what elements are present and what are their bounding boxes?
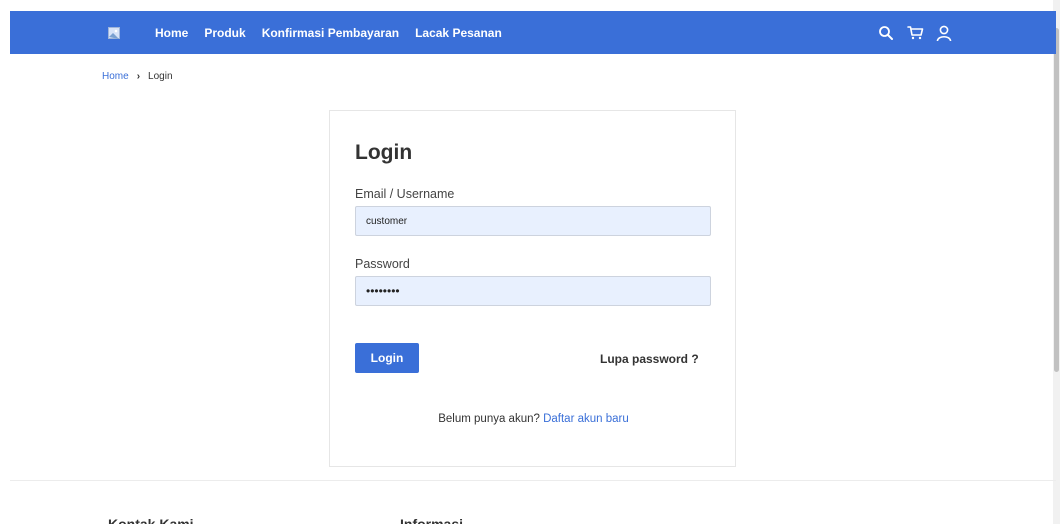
search-icon[interactable]	[876, 23, 896, 43]
cart-icon[interactable]	[905, 23, 925, 43]
nav-links: Home Produk Konfirmasi Pembayaran Lacak …	[155, 11, 518, 54]
footer-divider	[10, 480, 1056, 481]
email-field[interactable]	[355, 206, 711, 236]
broken-image-icon[interactable]	[108, 26, 120, 39]
nav-link-home[interactable]: Home	[155, 26, 188, 40]
breadcrumb: Home › Login	[102, 71, 173, 82]
password-field[interactable]	[355, 276, 711, 306]
breadcrumb-home-link[interactable]: Home	[102, 71, 129, 82]
register-prompt: Belum punya akun? Daftar akun baru	[330, 413, 737, 425]
scrollbar-track[interactable]	[1053, 0, 1060, 524]
register-text: Belum punya akun?	[438, 413, 540, 425]
footer-heading-info: Informasi	[400, 516, 464, 524]
login-title: Login	[355, 141, 413, 164]
top-navbar: Home Produk Konfirmasi Pembayaran Lacak …	[10, 11, 1056, 54]
nav-link-lacak-pesanan[interactable]: Lacak Pesanan	[415, 26, 502, 40]
scrollbar-thumb[interactable]	[1054, 28, 1059, 372]
breadcrumb-separator-icon: ›	[136, 71, 141, 82]
forgot-password-link[interactable]: Lupa password ?	[600, 352, 699, 366]
login-card: Login Email / Username Password Login Lu…	[329, 110, 736, 467]
footer-heading-contact: Kontak Kami	[108, 516, 194, 524]
password-label: Password	[355, 257, 410, 271]
nav-icons	[876, 11, 963, 54]
login-button[interactable]: Login	[355, 343, 419, 373]
email-label: Email / Username	[355, 187, 455, 201]
breadcrumb-current: Login	[148, 71, 173, 82]
nav-link-konfirmasi-pembayaran[interactable]: Konfirmasi Pembayaran	[262, 26, 399, 40]
register-link[interactable]: Daftar akun baru	[543, 413, 629, 425]
user-icon[interactable]	[934, 23, 954, 43]
nav-link-produk[interactable]: Produk	[204, 26, 245, 40]
